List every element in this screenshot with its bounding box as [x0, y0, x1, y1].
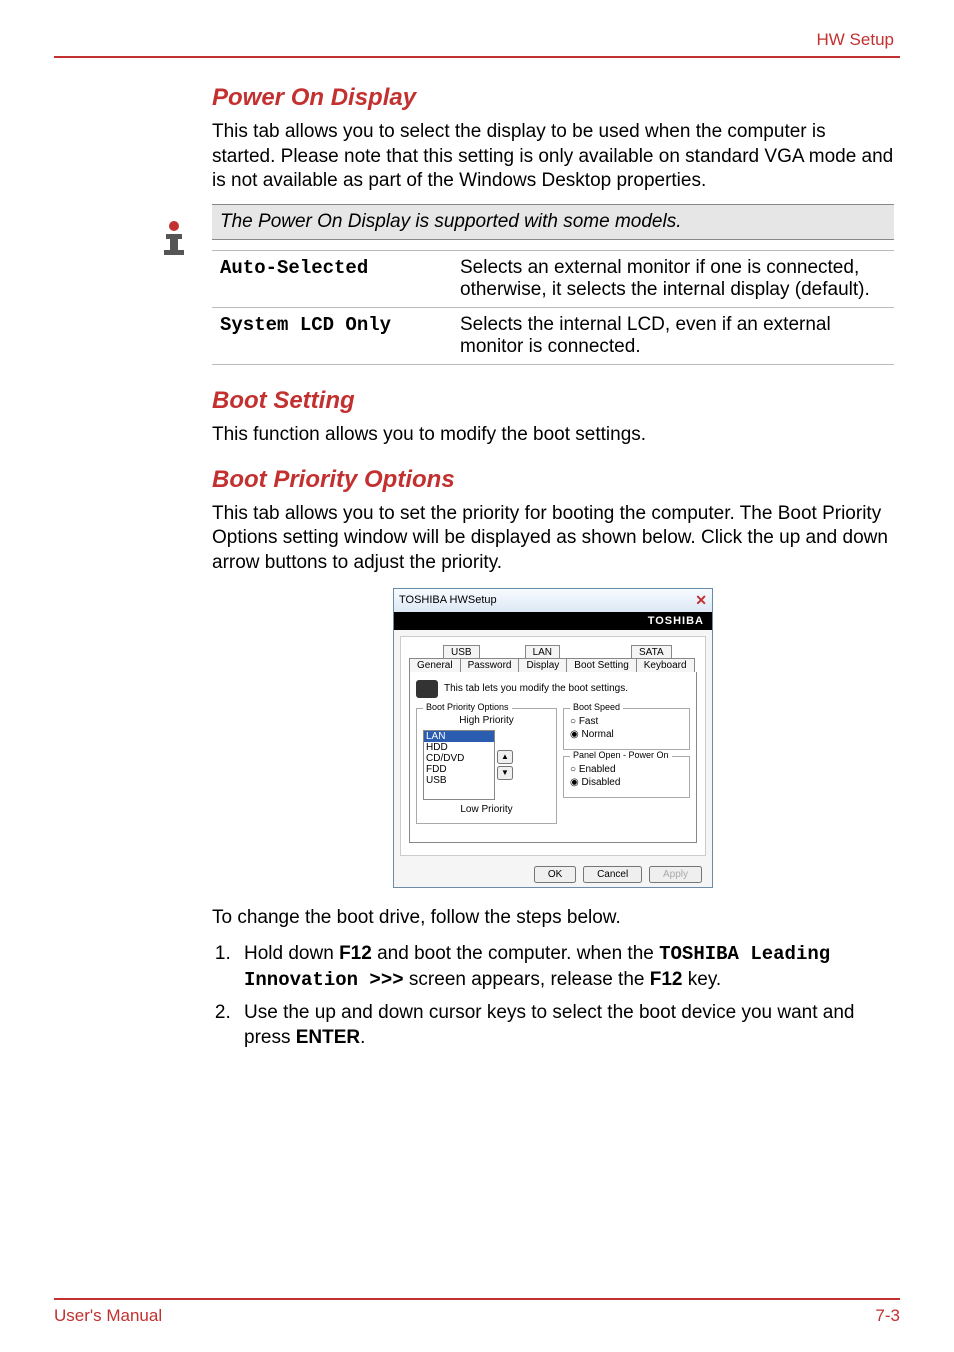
list-item[interactable]: USB	[424, 775, 494, 786]
step-2: Use the up and down cursor keys to selec…	[236, 1000, 894, 1051]
tab-sata[interactable]: SATA	[631, 645, 672, 659]
tab-display[interactable]: Display	[518, 658, 567, 672]
move-up-button[interactable]: ▲	[497, 750, 513, 764]
footer-divider	[54, 1298, 900, 1300]
tab-keyboard[interactable]: Keyboard	[636, 658, 695, 672]
boot-settings-icon	[416, 680, 438, 698]
option-label: System LCD Only	[212, 308, 452, 365]
ok-button[interactable]: OK	[534, 866, 576, 883]
move-down-button[interactable]: ▼	[497, 766, 513, 780]
radio-enabled[interactable]: ○ Enabled	[570, 763, 683, 776]
footer-left: User's Manual	[54, 1306, 162, 1326]
tab-description: This tab lets you modify the boot settin…	[444, 683, 628, 694]
boot-priority-group-title: Boot Priority Options	[423, 702, 512, 712]
list-item[interactable]: HDD	[424, 742, 494, 753]
apply-button[interactable]: Apply	[649, 866, 702, 883]
boot-priority-listbox[interactable]: LAN HDD CD/DVD FDD USB	[423, 730, 495, 800]
options-table: Auto-Selected Selects an external monito…	[212, 250, 894, 365]
list-item[interactable]: FDD	[424, 764, 494, 775]
tab-general[interactable]: General	[409, 658, 461, 672]
table-row: Auto-Selected Selects an external monito…	[212, 251, 894, 308]
note-box: The Power On Display is supported with s…	[212, 204, 894, 240]
tab-usb[interactable]: USB	[443, 645, 480, 659]
table-row: System LCD Only Selects the internal LCD…	[212, 308, 894, 365]
toshiba-brand-bar: TOSHIBA	[394, 612, 712, 630]
step-1: Hold down F12 and boot the computer. whe…	[236, 941, 894, 994]
power-on-display-heading: Power On Display	[212, 84, 894, 112]
boot-setting-heading: Boot Setting	[212, 387, 894, 415]
option-desc: Selects an external monitor if one is co…	[452, 251, 894, 308]
list-item[interactable]: LAN	[424, 731, 494, 742]
footer-page-number: 7-3	[875, 1306, 900, 1326]
tab-lan[interactable]: LAN	[525, 645, 560, 659]
boot-setting-body: This function allows you to modify the b…	[212, 423, 894, 448]
change-boot-drive-text: To change the boot drive, follow the ste…	[212, 906, 894, 931]
boot-priority-body: This tab allows you to set the priority …	[212, 502, 894, 576]
option-label: Auto-Selected	[212, 251, 452, 308]
list-item[interactable]: CD/DVD	[424, 753, 494, 764]
low-priority-label: Low Priority	[423, 804, 550, 815]
hwsetup-window: TOSHIBA HWSetup ✕ TOSHIBA USB LAN SATA G…	[393, 588, 713, 888]
option-desc: Selects the internal LCD, even if an ext…	[452, 308, 894, 365]
boot-speed-group-title: Boot Speed	[570, 702, 623, 712]
high-priority-label: High Priority	[423, 715, 550, 726]
tab-password[interactable]: Password	[460, 658, 520, 672]
window-title: TOSHIBA HWSetup	[399, 594, 497, 606]
header-section-name: HW Setup	[54, 30, 900, 50]
radio-normal[interactable]: ◉ Normal	[570, 728, 683, 741]
boot-priority-heading: Boot Priority Options	[212, 466, 894, 494]
close-icon[interactable]: ✕	[695, 592, 707, 609]
panel-open-group-title: Panel Open - Power On	[570, 750, 672, 760]
info-icon	[152, 214, 196, 263]
radio-fast[interactable]: ○ Fast	[570, 715, 683, 728]
steps-list: Hold down F12 and boot the computer. whe…	[236, 941, 894, 1052]
radio-disabled[interactable]: ◉ Disabled	[570, 776, 683, 789]
power-on-display-body: This tab allows you to select the displa…	[212, 120, 894, 194]
cancel-button[interactable]: Cancel	[583, 866, 642, 883]
tab-boot-setting[interactable]: Boot Setting	[566, 658, 636, 672]
header-divider	[54, 56, 900, 58]
